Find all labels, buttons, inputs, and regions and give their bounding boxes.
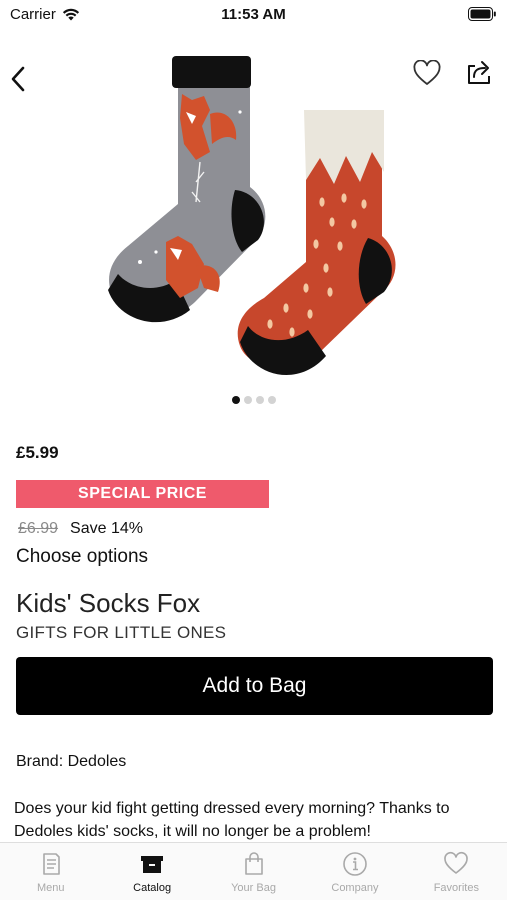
add-to-bag-button[interactable]: Add to Bag <box>16 657 493 715</box>
discount-row: £6.99 Save 14% <box>18 520 143 538</box>
battery-icon <box>468 7 496 21</box>
product-title: Kids' Socks Fox <box>16 588 201 618</box>
bag-icon <box>244 852 263 875</box>
catalog-box-icon <box>141 856 164 873</box>
choose-options-link[interactable]: Choose options <box>16 546 148 568</box>
status-bar: Carrier 11:53 AM <box>0 0 507 30</box>
gallery-page-indicator[interactable] <box>0 396 507 404</box>
status-time: 11:53 AM <box>221 6 286 23</box>
page-dot[interactable] <box>255 396 264 404</box>
page-dot[interactable] <box>243 396 252 404</box>
tab-favorites[interactable]: Favorites <box>406 843 507 900</box>
chevron-left-icon[interactable] <box>8 64 28 94</box>
brand-label: Brand: Dedoles <box>16 753 127 770</box>
page-dot-active[interactable] <box>231 396 240 404</box>
product-image-gallery[interactable] <box>100 52 410 392</box>
product-image <box>108 56 396 375</box>
tab-menu[interactable]: Menu <box>0 843 101 900</box>
special-price-badge: SPECIAL PRICE <box>16 480 269 508</box>
save-percent: Save 14% <box>70 520 143 537</box>
info-icon <box>343 852 367 876</box>
tab-label: Menu <box>36 882 65 894</box>
product-category[interactable]: GIFTS FOR LITTLE ONES <box>16 623 226 643</box>
menu-book-icon <box>42 853 60 875</box>
product-description: Does your kid fight getting dressed ever… <box>14 800 450 840</box>
old-price: £6.99 <box>18 520 59 537</box>
tab-label: Your Bag <box>231 882 276 894</box>
tab-label: Catalog <box>133 882 172 894</box>
fox-sock-left <box>108 56 266 323</box>
product-price: £5.99 <box>16 443 59 462</box>
tab-catalog[interactable]: Catalog <box>101 843 202 900</box>
tab-company[interactable]: Company <box>304 843 405 900</box>
heart-icon <box>444 851 469 874</box>
tab-label: Favorites <box>433 882 479 894</box>
page-dot[interactable] <box>267 396 276 404</box>
tab-label: Company <box>331 882 379 894</box>
tab-bar: Menu Catalog Your Bag Company Favorites <box>0 842 507 900</box>
heart-icon[interactable] <box>413 60 441 86</box>
share-icon[interactable] <box>466 58 492 86</box>
dotted-sock-right <box>237 110 396 375</box>
tab-your-bag[interactable]: Your Bag <box>203 843 304 900</box>
